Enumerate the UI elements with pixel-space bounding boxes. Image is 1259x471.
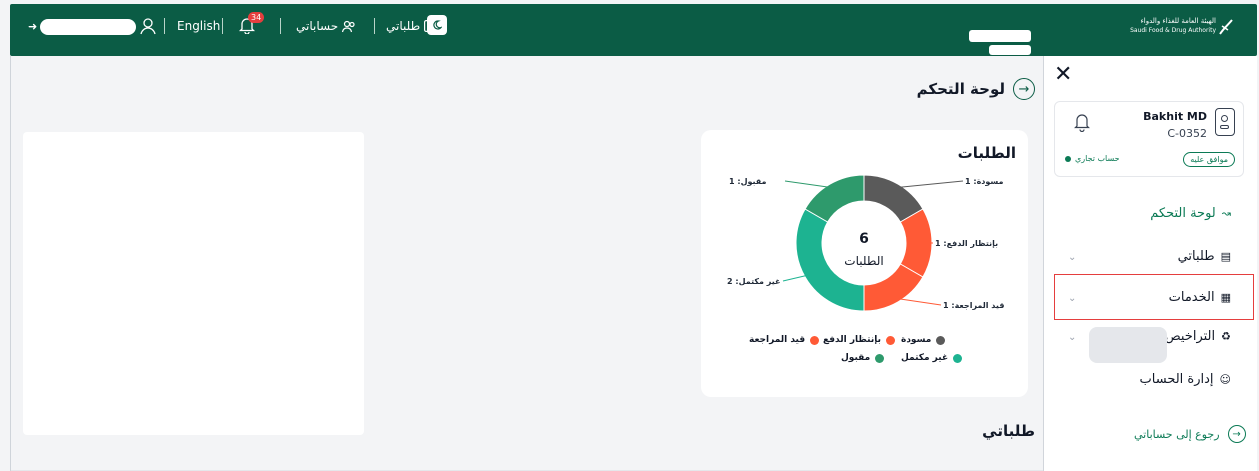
leader-line [782, 274, 809, 282]
divider [222, 18, 223, 34]
redacted-block [969, 30, 1031, 42]
legend-dot [936, 335, 946, 345]
legend-label: مسودة [901, 335, 932, 345]
bell-icon[interactable] [1073, 112, 1091, 132]
legend-item-draft[interactable]: مسودة [901, 335, 946, 345]
slice-label-accepted: مقبول: 1 [729, 177, 767, 186]
slice-label-incomplete: غير مكتمل: 2 [727, 277, 781, 286]
logo-mark-icon [1219, 19, 1233, 35]
legend-label: قيد المراجعة [749, 335, 806, 345]
chevron-down-icon[interactable]: ⌄ [1068, 293, 1076, 304]
legend-label: بإنتظار الدفع [823, 335, 881, 345]
back-to-accounts-label: رجوع إلى حساباتي [1134, 427, 1220, 441]
sidebar-item-account-management[interactable]: ☺ إدارة الحساب [1140, 372, 1231, 387]
legend-dot [875, 353, 885, 363]
grid-icon: ▦ [1220, 291, 1231, 304]
page-title: لوحة التحكم [916, 80, 1005, 98]
user-name: Bakhit MD [1143, 110, 1207, 123]
legend-item-incomplete[interactable]: غير مكتمل [901, 353, 963, 363]
legend-item-accepted[interactable]: مقبول [841, 353, 885, 363]
chart-line-icon: ↝ [1221, 207, 1231, 220]
sfda-logo: الهيئة العامة للغذاء والدواء Saudi Food … [1122, 16, 1234, 38]
sidebar-item-licenses[interactable]: ♻ التراخيص [1165, 329, 1231, 344]
my-accounts-label: حساباتي [296, 19, 339, 33]
chevron-down-icon[interactable]: ⌄ [1068, 252, 1076, 263]
slice-label-under-review: قيد المراجعة: 1 [943, 301, 1005, 310]
legend-item-awaiting-payment[interactable]: بإنتظار الدفع [823, 335, 895, 345]
account-type-label: حساب تجاري [1075, 154, 1120, 163]
legend-label: مقبول [841, 353, 871, 363]
leader-line [895, 180, 964, 189]
sidebar-item-label: لوحة التحكم [1150, 206, 1216, 221]
donut-center-label: الطلبات [844, 254, 884, 268]
sidebar-item-services[interactable]: ▦ الخدمات [1169, 290, 1231, 305]
redacted-block [1089, 327, 1167, 363]
legend-dot [810, 335, 820, 345]
close-icon[interactable]: ✕ [1054, 64, 1072, 86]
moon-icon [433, 20, 442, 30]
legend-label: غير مكتمل [901, 353, 949, 363]
logout-icon[interactable]: ➜ [28, 20, 37, 33]
user-code: C-0352 [1167, 127, 1207, 140]
theme-toggle-button[interactable] [427, 15, 447, 35]
sidebar-item-label: إدارة الحساب [1139, 372, 1214, 387]
users-icon [342, 20, 355, 32]
slice-label-awaiting-payment: بإنتظار الدفع: 1 [935, 239, 999, 248]
language-toggle[interactable]: English [177, 19, 220, 33]
slice-label-draft: مسودة: 1 [965, 177, 1004, 186]
leader-line [784, 180, 833, 189]
user-icon[interactable] [140, 17, 156, 35]
legend-dot [953, 353, 963, 363]
chevron-down-icon[interactable]: ⌄ [1068, 332, 1076, 343]
legend-item-under-review[interactable]: قيد المراجعة [749, 335, 820, 345]
redacted-block [989, 45, 1031, 55]
donut-center-value: 6 [859, 231, 869, 247]
sidebar-item-label: التراخيص [1164, 329, 1216, 344]
status-dot [1065, 155, 1071, 162]
user-name-redacted [40, 19, 136, 35]
sidebar-item-label: طلباتي [1177, 249, 1215, 264]
approved-badge: موافق عليه [1183, 152, 1235, 167]
user-icon: ☺ [1219, 373, 1231, 386]
logo-text-ar: الهيئة العامة للغذاء والدواء [1140, 17, 1216, 25]
requests-chart-card: الطلبات 6 الطلبات مسودة: 1 بإنتظار الدفع… [701, 130, 1028, 397]
sidebar-item-dashboard[interactable]: ↝ لوحة التحكم [1150, 206, 1231, 221]
divider [164, 18, 165, 34]
back-arrow-icon[interactable]: → [1013, 78, 1035, 100]
my-requests-section-title: طلباتي [982, 422, 1035, 440]
id-badge-icon [1215, 108, 1235, 136]
main-content: → لوحة التحكم الطلبات 6 الطلبات مسودة: 1… [11, 56, 1043, 471]
back-to-accounts-link[interactable]: → رجوع إلى حساباتي [1134, 425, 1246, 443]
license-icon: ♻ [1221, 330, 1231, 343]
arrow-circle-icon: → [1227, 425, 1246, 443]
account-type: حساب تجاري [1065, 154, 1120, 163]
legend-dot [885, 335, 895, 345]
my-requests-label: طلباتي [386, 19, 421, 33]
empty-widget-card [23, 132, 364, 435]
notification-count-badge: 34 [248, 12, 265, 23]
leader-line [895, 297, 942, 306]
logo-text-en: Saudi Food & Drug Authority [1130, 27, 1216, 34]
my-accounts-link[interactable]: حساباتي [296, 19, 356, 33]
sidebar: ✕ Bakhit MD C-0352 موافق عليه حساب تجاري… [1043, 56, 1257, 471]
sidebar-item-my-requests[interactable]: ▤ طلباتي [1178, 249, 1231, 264]
divider [280, 18, 281, 34]
divider [374, 18, 375, 34]
user-profile-card: Bakhit MD C-0352 موافق عليه حساب تجاري [1054, 101, 1244, 177]
list-icon: ▤ [1220, 250, 1231, 263]
page-header: → لوحة التحكم [917, 78, 1035, 100]
sidebar-item-label: الخدمات [1168, 290, 1215, 305]
